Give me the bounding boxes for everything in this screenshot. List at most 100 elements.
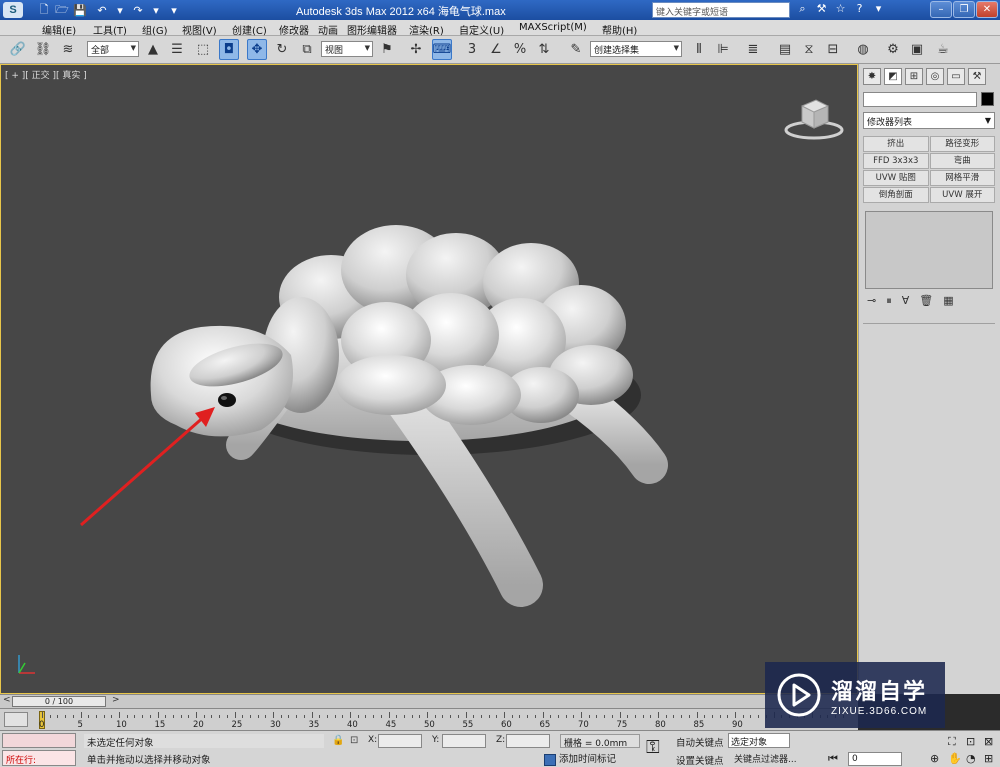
time-slider-next-icon[interactable]: > xyxy=(112,695,120,705)
help-icon[interactable]: ? xyxy=(853,2,866,16)
menu-help[interactable]: 帮助(H) xyxy=(602,22,637,37)
menu-maxscript[interactable]: MAXScript(M) xyxy=(519,22,587,33)
menu-rendering[interactable]: 渲染(R) xyxy=(409,22,444,37)
curve-editor-icon[interactable]: ⧖ xyxy=(799,39,819,60)
graphite-ribbon-icon[interactable]: ▤ xyxy=(775,39,795,60)
keyboard-shortcut-override-icon[interactable]: ⌨ xyxy=(432,39,452,60)
add-time-tag-button[interactable]: 添加时间标记 xyxy=(544,751,616,766)
perspective-viewport[interactable]: [ + ][ 正交 ][ 真实 ] xyxy=(0,64,858,694)
unlink-icon[interactable]: ⛓ xyxy=(33,39,53,60)
mini-curve-editor-icon[interactable] xyxy=(4,712,28,727)
zoom-all-icon[interactable]: ⊡ xyxy=(966,735,975,748)
time-slider[interactable]: < 0 / 100 > xyxy=(0,694,858,708)
material-editor-icon[interactable]: ◍ xyxy=(853,39,873,60)
open-file-icon[interactable]: 🗁 xyxy=(54,2,70,18)
window-crossing-icon[interactable]: ◘ xyxy=(219,39,239,60)
maxscript-listener-field[interactable] xyxy=(2,733,76,748)
set-key-button[interactable]: 设置关键点 xyxy=(676,753,724,767)
app-menu-button[interactable]: S xyxy=(0,0,26,20)
render-setup-icon[interactable]: ⚙ xyxy=(883,39,903,60)
select-and-scale-icon[interactable]: ⧉ xyxy=(297,39,317,60)
viewcube-icon[interactable] xyxy=(784,92,844,142)
link-icon[interactable]: 🔗 xyxy=(8,39,28,60)
menu-graph-editors[interactable]: 图形编辑器 xyxy=(347,22,397,37)
rect-selection-region-icon[interactable]: ⬚ xyxy=(193,39,213,60)
show-end-result-icon[interactable]: ⏸ xyxy=(886,294,892,308)
layer-manager-icon[interactable]: ≣ xyxy=(743,39,763,60)
select-and-manipulate-icon[interactable]: ✢ xyxy=(406,39,426,60)
modify-tab-icon[interactable]: ◩ xyxy=(884,68,902,85)
wrench-icon[interactable]: ⚒ xyxy=(815,2,828,16)
schematic-view-icon[interactable]: ⊟ xyxy=(823,39,843,60)
search-input[interactable]: 键入关键字或短语 xyxy=(652,2,790,18)
rendered-frame-window-icon[interactable]: ▣ xyxy=(907,39,927,60)
remove-modifier-icon[interactable]: 🗑 xyxy=(919,294,933,308)
binoculars-search-icon[interactable]: ⌕ xyxy=(796,2,809,16)
modifier-button-extrude[interactable]: 挤出 xyxy=(863,136,929,152)
edit-named-selection-icon[interactable]: ✎ xyxy=(566,39,586,60)
render-production-icon[interactable]: ☕ xyxy=(933,39,953,60)
redo-icon[interactable]: ↷ xyxy=(130,2,146,18)
maxscript-line-field[interactable]: 所在行: xyxy=(2,750,76,766)
menu-tools[interactable]: 工具(T) xyxy=(93,22,127,37)
modifier-button-path-deform[interactable]: 路径变形 xyxy=(929,136,995,152)
menu-animation[interactable]: 动画 xyxy=(318,22,338,37)
align-icon[interactable]: ⊫ xyxy=(713,39,733,60)
z-coord-field[interactable] xyxy=(506,734,550,748)
menu-views[interactable]: 视图(V) xyxy=(182,22,217,37)
field-of-view-icon[interactable]: ⊠ xyxy=(984,735,993,748)
undo-dropdown-icon[interactable]: ▾ xyxy=(112,2,128,18)
hierarchy-tab-icon[interactable]: ⊞ xyxy=(905,68,923,85)
close-button[interactable]: ✕ xyxy=(976,1,998,18)
selection-filter-select[interactable]: 全部 xyxy=(87,41,139,57)
modifier-button-meshsmooth[interactable]: 网格平滑 xyxy=(929,170,995,186)
orbit-icon[interactable]: ◔ xyxy=(966,752,976,765)
bind-spacewarp-icon[interactable]: ≋ xyxy=(58,39,78,60)
object-color-swatch[interactable] xyxy=(981,92,994,106)
modifier-button-unwrap-uvw[interactable]: UVW 展开 xyxy=(929,187,995,203)
pin-stack-icon[interactable]: ⊸ xyxy=(867,294,876,308)
transform-type-in-icon[interactable]: ⊡ xyxy=(350,735,358,746)
save-file-icon[interactable]: 💾 xyxy=(72,2,88,18)
create-tab-icon[interactable]: ✸ xyxy=(863,68,881,85)
modifier-button-bevel-profile[interactable]: 倒角剖面 xyxy=(863,187,929,203)
configure-modifier-sets-icon[interactable]: ▦ xyxy=(943,294,953,308)
motion-tab-icon[interactable]: ◎ xyxy=(926,68,944,85)
mirror-icon[interactable]: ⫴ xyxy=(689,39,709,60)
percent-snap-icon[interactable]: % xyxy=(510,39,530,60)
snaps-toggle-icon[interactable]: 3 xyxy=(462,39,482,60)
menu-modifiers[interactable]: 修改器 xyxy=(279,22,309,37)
key-filters-button[interactable]: 关键点过滤器... xyxy=(734,752,797,765)
lock-selection-icon[interactable]: 🔒 xyxy=(332,735,344,746)
modifier-button-bend[interactable]: 弯曲 xyxy=(929,153,995,169)
track-bar[interactable]: 0 5 10 15 20 25 30 35 40 45 50 55 60 65 70 75 80 85 90 xyxy=(0,708,858,730)
select-by-name-icon[interactable]: ☰ xyxy=(167,39,187,60)
restore-button[interactable]: ❐ xyxy=(953,1,975,18)
minimize-button[interactable]: – xyxy=(930,1,952,18)
select-and-rotate-icon[interactable]: ↻ xyxy=(272,39,292,60)
modifier-stack-list[interactable] xyxy=(865,211,993,289)
select-object-icon[interactable]: ▲ xyxy=(143,39,163,60)
menu-group[interactable]: 组(G) xyxy=(142,22,168,37)
make-unique-icon[interactable]: ∀ xyxy=(902,294,910,308)
zoom-icon[interactable]: ⊕ xyxy=(930,752,939,765)
go-to-start-icon[interactable]: ⏮ xyxy=(828,752,838,766)
redo-dropdown-icon[interactable]: ▾ xyxy=(148,2,164,18)
auto-key-button[interactable]: 自动关键点 xyxy=(676,735,724,749)
x-coord-field[interactable] xyxy=(378,734,422,748)
angle-snap-icon[interactable]: ∠ xyxy=(486,39,506,60)
named-selection-select[interactable]: 创建选择集 xyxy=(590,41,682,57)
utilities-tab-icon[interactable]: ⚒ xyxy=(968,68,986,85)
new-file-icon[interactable]: 🗋 xyxy=(36,2,52,18)
star-icon[interactable]: ☆ xyxy=(834,2,847,16)
menu-create[interactable]: 创建(C) xyxy=(232,22,267,37)
zoom-extents-all-icon[interactable]: ⛶ xyxy=(948,735,956,749)
menu-edit[interactable]: 编辑(E) xyxy=(42,22,76,37)
customize-quick-access-icon[interactable]: ▾ xyxy=(166,2,182,18)
spinner-snap-icon[interactable]: ⇅ xyxy=(534,39,554,60)
key-selection-select[interactable]: 选定对象 xyxy=(728,733,790,748)
pivot-center-icon[interactable]: ⚑ xyxy=(377,39,397,60)
object-name-field[interactable] xyxy=(863,92,977,107)
menu-customize[interactable]: 自定义(U) xyxy=(459,22,504,37)
time-slider-prev-icon[interactable]: < xyxy=(3,695,11,705)
